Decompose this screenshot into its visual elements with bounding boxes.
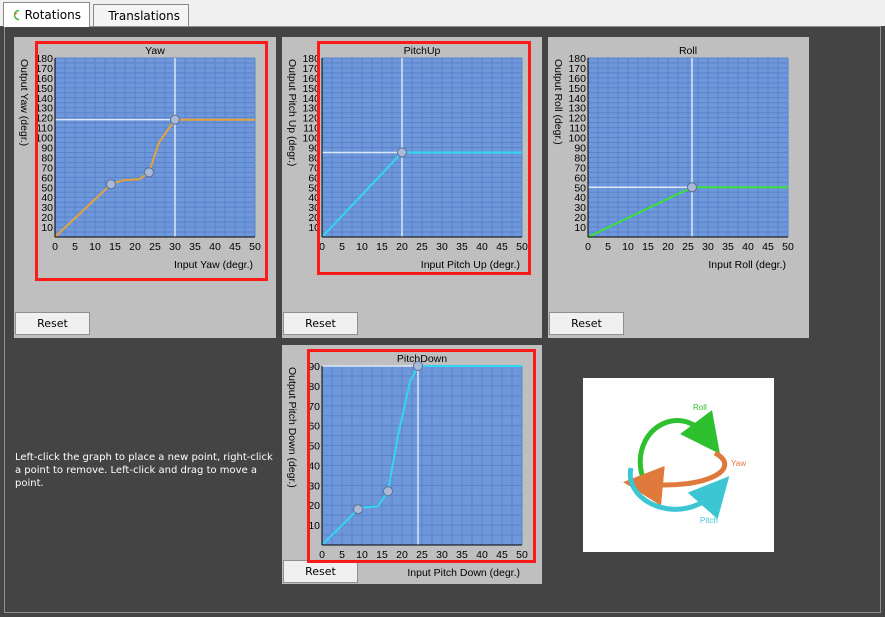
y-tick-label: 20	[308, 500, 320, 512]
roll-arrow	[637, 409, 721, 479]
x-tick-label: 30	[169, 241, 181, 253]
roll-graph[interactable]: Roll102030405060708090100110120130140150…	[548, 37, 809, 287]
control-point[interactable]	[170, 114, 180, 125]
y-axis-label: Output Roll (degr.)	[552, 59, 564, 145]
x-tick-label: 20	[129, 241, 141, 253]
y-tick-label: 70	[308, 401, 320, 413]
x-tick-label: 0	[319, 241, 325, 253]
control-point[interactable]	[413, 361, 423, 371]
x-tick-label: 35	[456, 241, 468, 253]
tab-rotations[interactable]: Rotations	[3, 2, 90, 27]
reset-roll-button[interactable]: Reset	[549, 312, 624, 335]
x-tick-label: 25	[416, 241, 428, 253]
y-tick-label: 180	[568, 53, 586, 65]
x-tick-label: 15	[642, 241, 654, 253]
reset-yaw-button[interactable]: Reset	[15, 312, 90, 335]
x-tick-label: 50	[249, 241, 261, 253]
x-tick-label: 40	[209, 241, 221, 253]
pitchdown-panel: PitchDown 10 20 30 40 50 60 70 80 90 0 5 10 15 20 25 30 3…	[282, 345, 542, 584]
y-axis-label: Output Pitch Up (degr.)	[286, 59, 298, 166]
x-tick-label: 35	[456, 549, 468, 561]
x-tick-label: 10	[356, 241, 368, 253]
x-tick-label: 45	[496, 241, 508, 253]
x-tick-label: 40	[476, 549, 488, 561]
y-tick-label: 10	[308, 520, 320, 532]
x-tick-label: 10	[622, 241, 634, 253]
x-tick-label: 5	[339, 241, 345, 253]
x-tick-label: 15	[109, 241, 121, 253]
x-tick-label: 25	[682, 241, 694, 253]
tab-translations[interactable]: Translations	[93, 4, 189, 26]
pitchdown-graph[interactable]: PitchDown1020304050607080900 5 10 15 20 25 30 3…	[282, 345, 542, 584]
instructions-text: Left-click the graph to place a new poin…	[15, 452, 273, 489]
yaw-arrow	[623, 450, 728, 506]
yaw-panel: Yaw 10 20 30 40 50 60 70 80 90 100 110 120 130 140 150 1…	[14, 37, 276, 338]
y-tick-label: 180	[302, 53, 320, 65]
pitchup-panel: PitchUp 10 20 30 40 50 60 70 80 90 100 110 120 130 140…	[282, 37, 542, 338]
x-tick-label: 20	[396, 549, 408, 561]
control-point[interactable]	[144, 167, 154, 178]
x-tick-label: 30	[436, 241, 448, 253]
pitchup-graph[interactable]: PitchUp102030405060708090100110120130140…	[282, 37, 542, 287]
reset-pitchup-button[interactable]: Reset	[283, 312, 358, 335]
x-tick-label: 20	[662, 241, 674, 253]
x-tick-label: 35	[722, 241, 734, 253]
x-axis-label: Input Roll (degr.)	[708, 259, 786, 271]
roll-panel: Roll 10 20 30 40 50 60 70 80 90 100 110 120 130 140 150…	[548, 37, 809, 338]
x-axis-label: Input Pitch Up (degr.)	[421, 259, 520, 271]
chart-title: Yaw	[145, 45, 165, 57]
y-axis-label: Output Pitch Down (degr.)	[286, 367, 298, 488]
x-tick-label: 0	[585, 241, 591, 253]
y-tick-label: 30	[308, 480, 320, 492]
yaw-label: Yaw	[731, 459, 746, 468]
rotation-axes-image: Roll Yaw Pitch	[583, 378, 774, 552]
x-axis-label: Input Yaw (degr.)	[174, 259, 253, 271]
x-tick-label: 50	[516, 241, 528, 253]
x-tick-label: 15	[376, 549, 388, 561]
y-tick-label: 40	[308, 460, 320, 472]
y-tick-label: 90	[308, 361, 320, 373]
tab-label: Translations	[108, 8, 180, 23]
x-tick-label: 25	[149, 241, 161, 253]
control-point[interactable]	[383, 486, 393, 497]
x-tick-label: 20	[396, 241, 408, 253]
x-tick-label: 45	[762, 241, 774, 253]
control-point[interactable]	[687, 182, 697, 193]
y-tick-label: 180	[35, 53, 53, 65]
yaw-graph[interactable]: Yaw1020304050607080901001101201301401501…	[14, 37, 276, 287]
x-tick-label: 40	[742, 241, 754, 253]
y-tick-label: 80	[308, 381, 320, 393]
tab-bar: Rotations Translations	[0, 0, 885, 27]
y-tick-label: 50	[308, 441, 320, 453]
y-axis-label: Output Yaw (degr.)	[18, 59, 30, 146]
x-tick-label: 5	[72, 241, 78, 253]
control-point[interactable]	[353, 504, 363, 515]
x-tick-label: 50	[516, 549, 528, 561]
x-tick-label: 10	[89, 241, 101, 253]
x-tick-label: 45	[229, 241, 241, 253]
control-point[interactable]	[106, 179, 116, 190]
x-tick-label: 35	[189, 241, 201, 253]
x-tick-label: 45	[496, 549, 508, 561]
x-tick-label: 15	[376, 241, 388, 253]
x-tick-label: 40	[476, 241, 488, 253]
rotation-icon	[13, 9, 19, 21]
x-tick-label: 5	[605, 241, 611, 253]
x-axis-label: Input Pitch Down (degr.)	[407, 567, 520, 579]
y-tick-label: 60	[308, 421, 320, 433]
x-tick-label: 30	[702, 241, 714, 253]
control-point[interactable]	[397, 147, 407, 158]
roll-label: Roll	[693, 403, 707, 412]
chart-title: Roll	[679, 45, 697, 57]
x-tick-label: 30	[436, 549, 448, 561]
x-tick-label: 50	[782, 241, 794, 253]
pitch-label: Pitch	[700, 516, 718, 525]
chart-title: PitchUp	[404, 45, 441, 57]
tab-label: Rotations	[24, 8, 81, 22]
x-tick-label: 25	[416, 549, 428, 561]
reset-pitchdown-button[interactable]: Reset	[283, 560, 358, 583]
x-tick-label: 0	[52, 241, 58, 253]
